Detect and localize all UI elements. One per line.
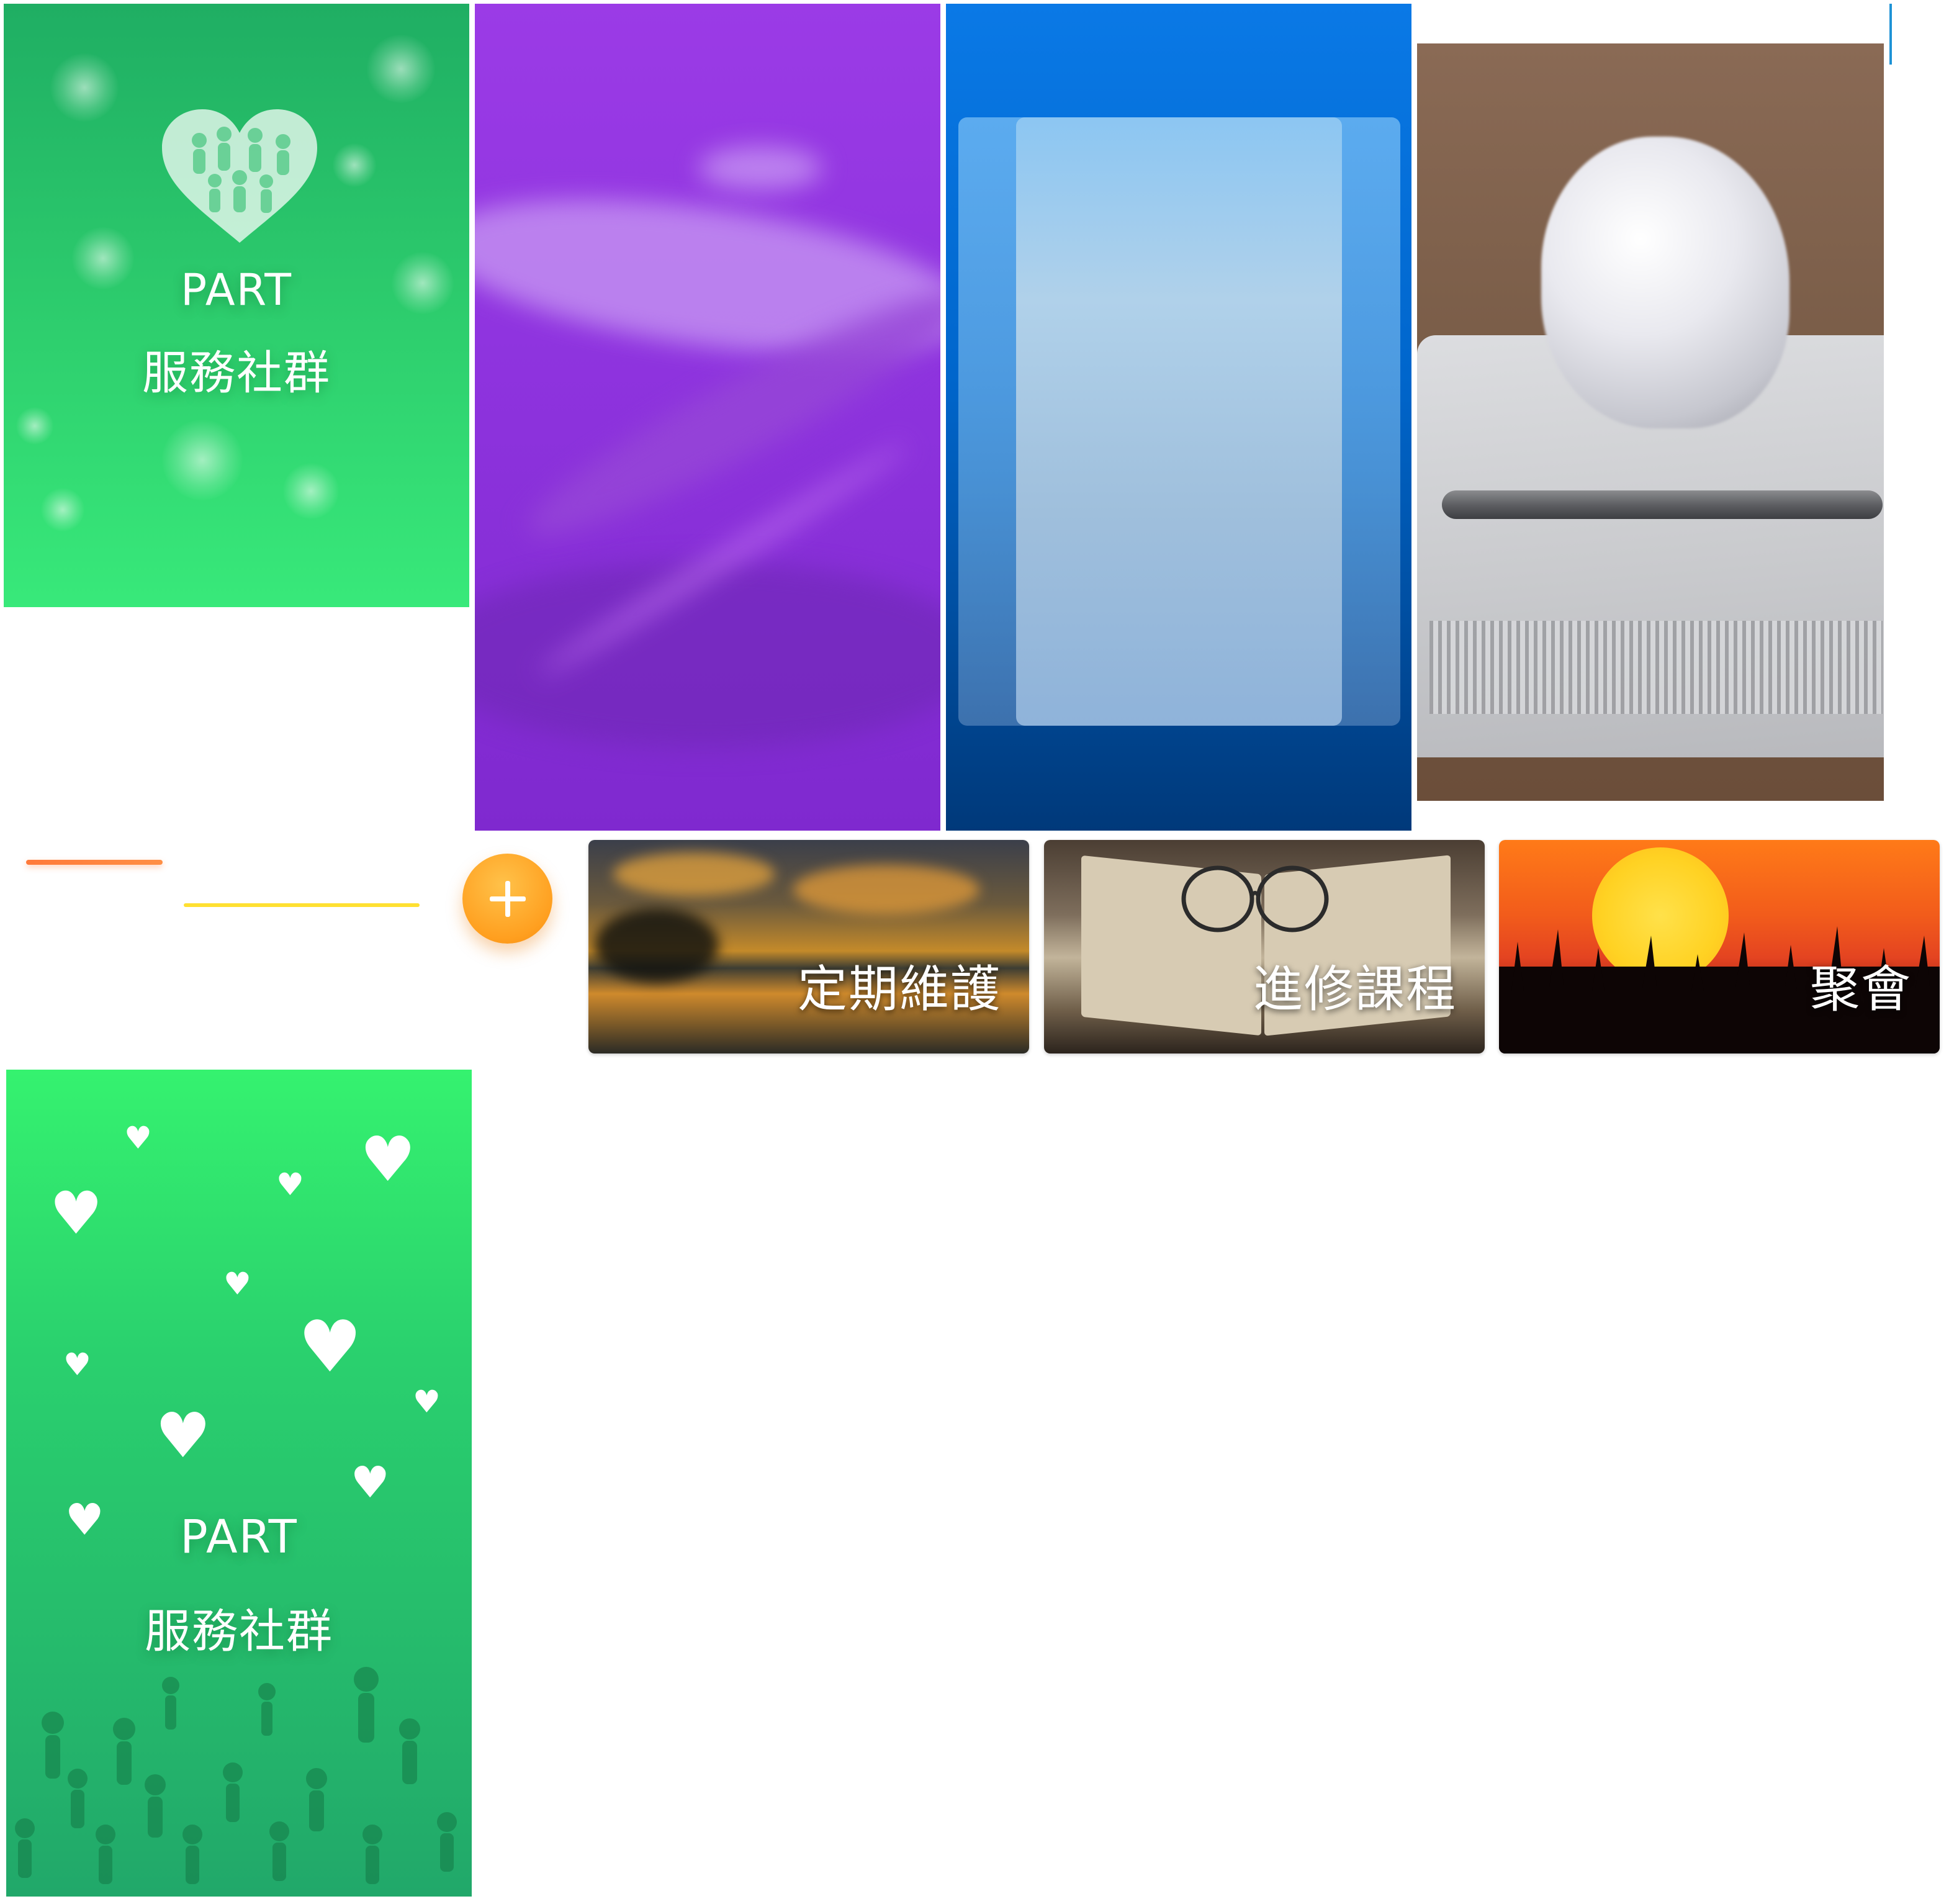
bokeh-light: [41, 488, 84, 531]
heart-icon: ♥: [276, 1166, 304, 1202]
bokeh-light: [333, 143, 376, 187]
crumpled-paper-ball: [1541, 137, 1789, 428]
bokeh-light: [16, 407, 53, 444]
card-title-part: PART: [180, 1510, 298, 1564]
heart-icon: ♥: [360, 1123, 416, 1196]
heart-icon: ♥: [223, 1266, 251, 1302]
bokeh-light: [283, 463, 339, 519]
heart-icon: ♥: [63, 1347, 91, 1383]
tile-label: 進修課程: [1253, 960, 1457, 1018]
heart-icon: ♥: [124, 1120, 152, 1156]
blur-cloud: [698, 147, 822, 190]
card-title-part: PART: [181, 264, 292, 315]
community-heart-icon: [162, 109, 317, 243]
green-card-bottom[interactable]: ♥ ♥ ♥ ♥ ♥ ♥ ♥ ♥ ♥ ♥ ♥ PART 服務社群: [6, 1070, 472, 1897]
people-silhouette: [15, 1667, 457, 1884]
bokeh-light: [367, 35, 435, 103]
tile-advanced-courses[interactable]: 進修課程: [1044, 840, 1485, 1054]
notebook-spiral: [1429, 621, 1883, 714]
plus-icon: [489, 880, 526, 917]
heart-icon: ♥: [413, 1384, 441, 1420]
tile-label: 定期維護: [798, 960, 1001, 1018]
blue-frosted-card[interactable]: [946, 4, 1411, 831]
orange-divider: [26, 860, 163, 865]
heart-icon: ♥: [351, 1457, 390, 1508]
heart-icon: ♥: [50, 1180, 103, 1248]
sunset-cloud: [613, 852, 775, 896]
tile-gathering[interactable]: 聚會: [1499, 840, 1940, 1054]
tile-label: 聚會: [1810, 960, 1912, 1018]
card-subtitle-service-community: 服務社群: [142, 346, 331, 400]
heart-icon: ♥: [155, 1399, 211, 1472]
bokeh-light: [162, 420, 243, 500]
sunset-cloud: [793, 865, 979, 914]
crumpled-paper-photo[interactable]: [1417, 43, 1884, 801]
tree-silhouette: [595, 908, 719, 983]
purple-landscape-card[interactable]: [475, 4, 940, 831]
frosted-panel-front: [1016, 117, 1342, 726]
bokeh-light: [50, 53, 119, 122]
yellow-divider: [184, 903, 420, 907]
tile-regular-maintenance[interactable]: 定期維護: [588, 840, 1029, 1054]
add-button[interactable]: [462, 854, 552, 944]
blur-valley: [475, 562, 940, 749]
glasses-icon: [1181, 865, 1329, 932]
pen: [1442, 490, 1883, 519]
text-cursor: [1889, 4, 1892, 65]
green-card-top[interactable]: PART 服務社群: [4, 4, 469, 607]
heart-icon: ♥: [298, 1306, 362, 1389]
